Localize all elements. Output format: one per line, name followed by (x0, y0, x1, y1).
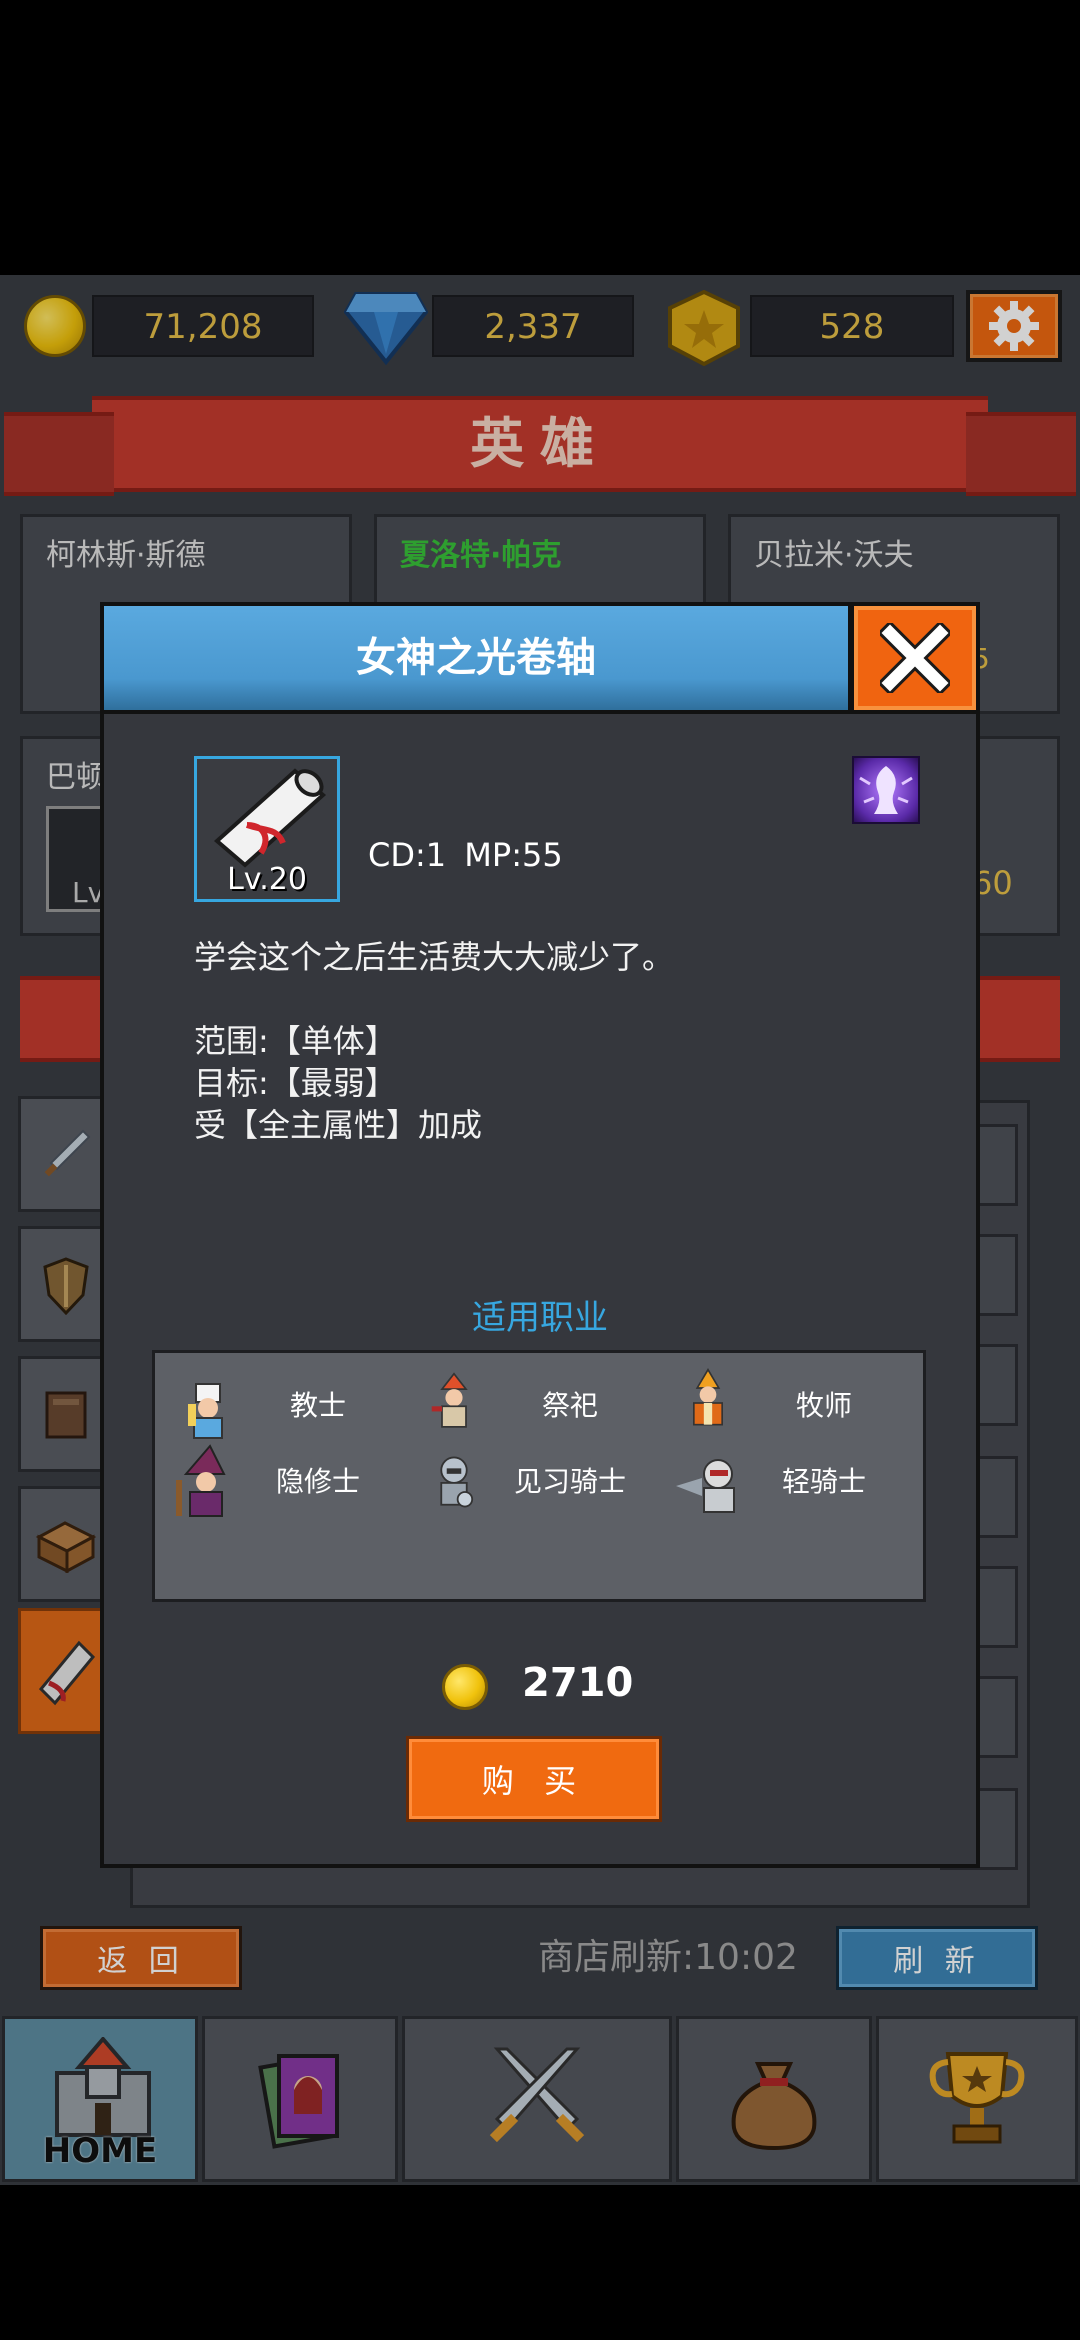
hermit-icon (176, 1444, 226, 1517)
skill-stats: CD:1 MP:55 (368, 836, 563, 874)
job-name: 祭祀 (542, 1389, 599, 1422)
buy-button[interactable]: 购 买 (406, 1736, 662, 1822)
item-bonus: 受【全主属性】加成 (194, 1106, 483, 1144)
holy-light-icon (852, 756, 920, 824)
item-target: 目标:【最弱】 (194, 1064, 397, 1102)
job-name: 见习骑士 (514, 1465, 627, 1498)
job-name: 轻骑士 (782, 1465, 867, 1498)
light-knight-icon (676, 1459, 735, 1513)
pastor-icon (693, 1368, 723, 1426)
price-coin-icon (442, 1664, 488, 1710)
squire-icon (440, 1456, 474, 1508)
close-button[interactable] (850, 602, 980, 714)
item-description: 学会这个之后生活费大大减少了。 (194, 938, 675, 976)
applicable-jobs-title: 适用职业 (472, 1298, 608, 1338)
job-name: 隐修士 (276, 1465, 361, 1498)
priest-icon (431, 1372, 468, 1428)
screen: 71,208 2,337 528 英雄 柯林斯·斯德 夏洛特·帕克 贝拉米·沃夫… (0, 0, 1080, 2340)
job-name: 牧师 (796, 1389, 853, 1422)
job-name: 教士 (290, 1389, 347, 1422)
holy-light-glyph (859, 766, 913, 814)
item-price: 2710 (522, 1660, 634, 1706)
cleric-icon (188, 1383, 223, 1439)
close-icon (880, 623, 950, 693)
scroll-icon (213, 768, 327, 868)
item-range: 范围:【单体】 (194, 1022, 397, 1060)
skill-level: Lv.20 (227, 862, 307, 897)
dialog-title: 女神之光卷轴 (356, 635, 596, 681)
